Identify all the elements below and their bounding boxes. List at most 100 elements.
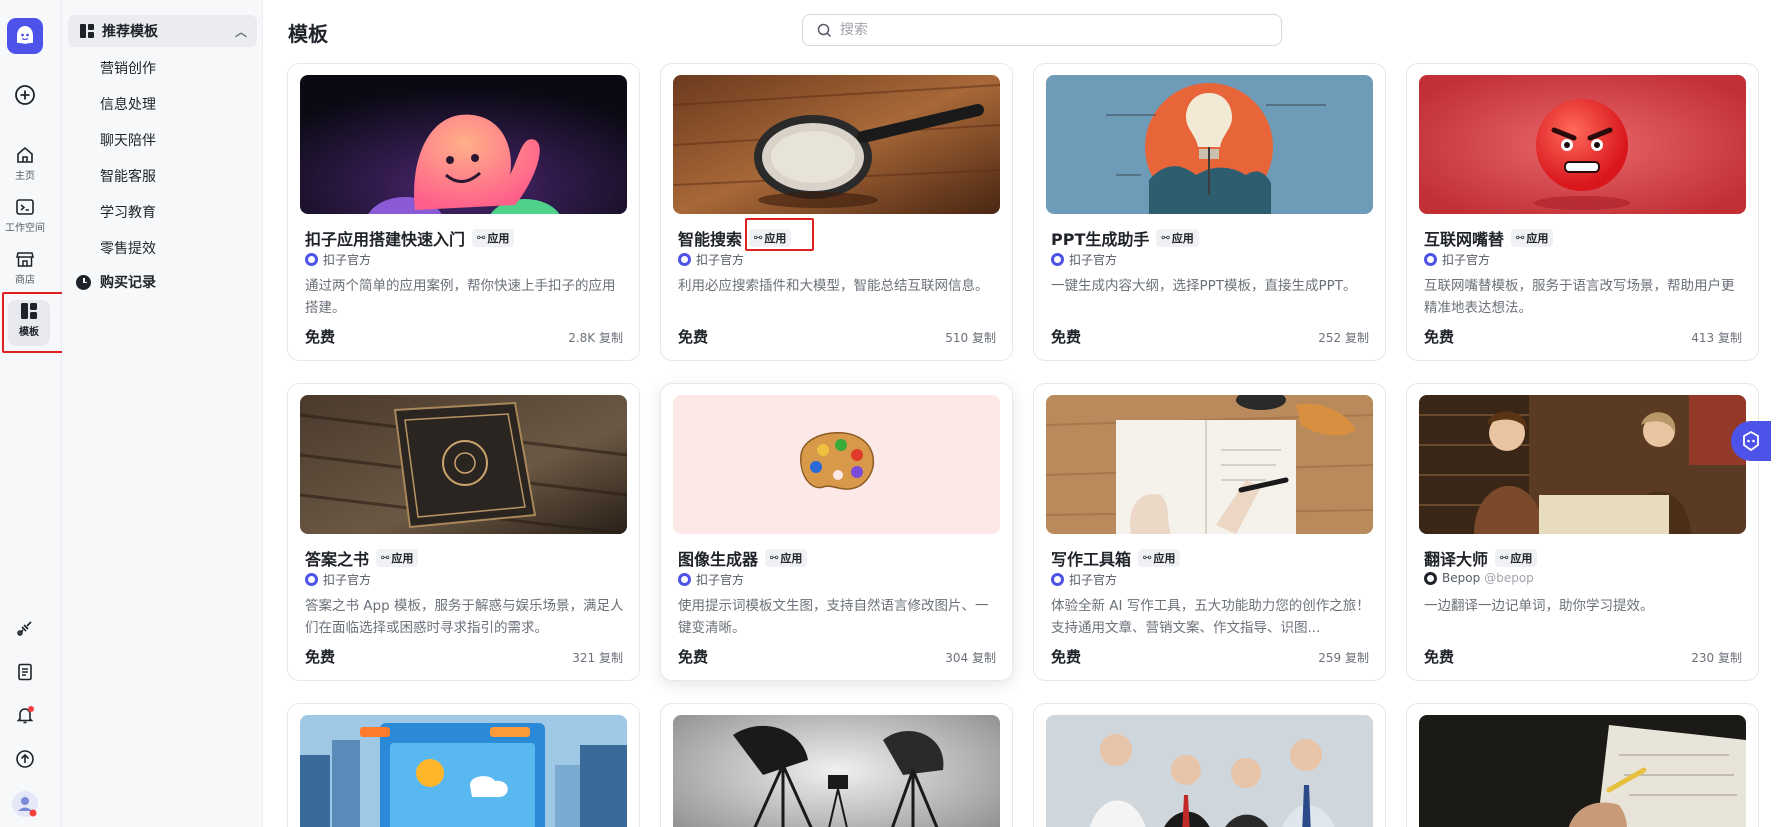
card-thumbnail — [673, 715, 1000, 827]
card-thumbnail — [1419, 395, 1746, 534]
template-card[interactable]: 写作工具箱 ⚯ 应用 扣子官方 体验全新 AI 写作工具，五大功能助力您的创作之旅！… — [1033, 383, 1386, 681]
template-card[interactable]: 图像生成器 ⚯ 应用 扣子官方 使用提示词模板文生图，支持自然语言修改图片、一键变清… — [660, 383, 1013, 681]
author-avatar — [305, 253, 318, 266]
app-tag: ⚯ 应用 — [765, 549, 808, 567]
grid-icon — [80, 24, 94, 38]
app-tag: ⚯ 应用 — [1138, 549, 1181, 567]
search-input[interactable] — [840, 22, 1260, 38]
template-card[interactable] — [287, 703, 640, 827]
card-price: 免费 — [678, 328, 709, 346]
category-item-retail[interactable]: 零售提效 — [100, 238, 156, 258]
rail-label-home: 主页 — [15, 171, 35, 182]
card-price: 免费 — [1051, 328, 1082, 346]
highlight-box-app-tag — [745, 218, 814, 251]
terminal-icon — [16, 199, 34, 215]
template-card[interactable]: 翻译大师 ⚯ 应用 Bepop @bepop 一边翻译一边记单词，助你学习提效。 免费… — [1406, 383, 1759, 681]
user-avatar[interactable] — [0, 790, 50, 818]
create-button[interactable] — [0, 84, 50, 106]
plugin-icon — [17, 621, 32, 636]
card-author: 扣子官方 — [696, 573, 745, 587]
author-avatar — [305, 573, 318, 586]
app-root: 主页 工作空间 商店 模板 推荐模板 ︿ 营销创作 信息处理 聊天陪伴 智能客服… — [0, 0, 1776, 827]
card-title: 写作工具箱 — [1051, 550, 1132, 569]
card-price: 免费 — [305, 648, 336, 666]
app-tag: ⚯ 应用 — [376, 549, 419, 567]
category-item-info[interactable]: 信息处理 — [100, 94, 156, 114]
card-description: 互联网嘴替模板，服务于语言改写场景，帮助用户更精准地表达想法。 — [1424, 278, 1735, 316]
card-thumbnail — [300, 395, 627, 534]
card-thumbnail — [673, 395, 1000, 534]
main-content: 模板 扣子应用搭建快速入门 ⚯应用 扣子官方 — [263, 0, 1776, 827]
category-header-recommended[interactable]: 推荐模板 ︿ — [68, 15, 257, 47]
card-title: 扣子应用搭建快速入门 — [305, 230, 466, 249]
card-thumbnail — [300, 75, 627, 214]
page-title: 模板 — [288, 22, 328, 46]
rail-label-workspace: 工作空间 — [5, 223, 45, 234]
home-icon — [17, 146, 33, 163]
app-tag: ⚯ 应用 — [472, 229, 515, 247]
nodes-icon: ⚯ — [1500, 552, 1509, 564]
card-author-handle: @bepop — [1484, 571, 1534, 585]
author-avatar — [678, 253, 691, 266]
rail-item-home[interactable]: 主页 — [0, 145, 50, 182]
template-card[interactable]: 智能搜索 ⚯ 应用 扣子官方 利用必应搜索插件和大模型，智能总结互联网信息。 免费 … — [660, 63, 1013, 361]
template-card[interactable]: 扣子应用搭建快速入门 ⚯ 应用 扣子官方 通过两个简单的应用案例，帮你快速上手扣子的… — [287, 63, 640, 361]
card-price: 免费 — [1051, 648, 1082, 666]
nodes-icon: ⚯ — [1143, 552, 1152, 564]
card-author: 扣子官方 — [1069, 253, 1118, 267]
template-card[interactable] — [1406, 703, 1759, 827]
card-description: 体验全新 AI 写作工具，五大功能助力您的创作之旅！支持通用文章、营销文案、作文… — [1051, 598, 1370, 636]
card-thumbnail — [1046, 715, 1373, 827]
assistant-float-button[interactable] — [1731, 421, 1771, 461]
card-copies: 510 复制 — [945, 331, 996, 345]
card-author: Bepop — [1442, 571, 1481, 585]
upload-button[interactable] — [0, 749, 50, 769]
card-author: 扣子官方 — [1442, 253, 1491, 267]
app-tag: ⚯ 应用 — [1156, 229, 1199, 247]
card-description: 通过两个简单的应用案例，帮你快速上手扣子的应用搭建。 — [305, 278, 616, 316]
category-item-education[interactable]: 学习教育 — [100, 202, 156, 222]
template-card[interactable]: 答案之书 ⚯ 应用 扣子官方 答案之书 App 模板，服务于解惑与娱乐场景，满足人们… — [287, 383, 640, 681]
author-avatar — [1051, 253, 1064, 266]
nodes-icon: ⚯ — [381, 552, 390, 564]
avatar-icon — [12, 791, 38, 817]
template-card[interactable]: 互联网嘴替 ⚯ 应用 扣子官方 互联网嘴替模板，服务于语言改写场景，帮助用户更精准地… — [1406, 63, 1759, 361]
arrow-up-circle-icon — [16, 750, 34, 768]
clock-icon — [76, 274, 91, 290]
highlight-box-templates — [2, 292, 68, 353]
card-title: 互联网嘴替 — [1424, 230, 1505, 249]
author-avatar — [1424, 253, 1437, 266]
author-avatar — [1051, 573, 1064, 586]
template-card[interactable]: PPT生成助手 ⚯ 应用 扣子官方 一键生成内容大纲，选择PPT模板，直接生成PPT… — [1033, 63, 1386, 361]
rail-item-workspace[interactable]: 工作空间 — [0, 197, 50, 234]
category-header-label: 推荐模板 — [102, 24, 158, 40]
card-author: 扣子官方 — [323, 253, 372, 267]
coze-logo-icon[interactable] — [7, 18, 43, 54]
docs-button[interactable] — [0, 662, 50, 682]
card-copies: 252 复制 — [1318, 331, 1369, 345]
card-description: 使用提示词模板文生图，支持自然语言修改图片、一键变清晰。 — [678, 598, 989, 636]
card-price: 免费 — [1424, 648, 1455, 666]
bell-icon — [16, 706, 34, 724]
template-card[interactable] — [660, 703, 1013, 827]
category-sidebar: 推荐模板 ︿ 营销创作 信息处理 聊天陪伴 智能客服 学习教育 零售提效 购买记… — [62, 0, 263, 827]
assistant-icon — [1743, 430, 1759, 452]
category-item-marketing[interactable]: 营销创作 — [100, 58, 156, 78]
card-thumbnail — [300, 715, 627, 827]
card-copies: 321 复制 — [572, 651, 623, 665]
card-copies: 304 复制 — [945, 651, 996, 665]
rail-item-store[interactable]: 商店 — [0, 249, 50, 286]
category-item-chat[interactable]: 聊天陪伴 — [100, 130, 156, 150]
card-description: 答案之书 App 模板，服务于解惑与娱乐场景，满足人们在面临选择或困惑时寻求指引… — [305, 598, 624, 636]
card-thumbnail — [1046, 75, 1373, 214]
category-item-service[interactable]: 智能客服 — [100, 166, 156, 186]
purchase-records-label: 购买记录 — [100, 275, 156, 291]
card-title: 答案之书 — [305, 550, 370, 569]
search-box[interactable] — [802, 14, 1282, 46]
plugin-button[interactable] — [0, 618, 50, 638]
notifications-button[interactable] — [0, 705, 50, 725]
purchase-records-item[interactable]: 购买记录 — [76, 272, 156, 292]
chevron-up-icon[interactable]: ︿ — [235, 23, 247, 40]
template-card[interactable] — [1033, 703, 1386, 827]
card-price: 免费 — [1424, 328, 1455, 346]
